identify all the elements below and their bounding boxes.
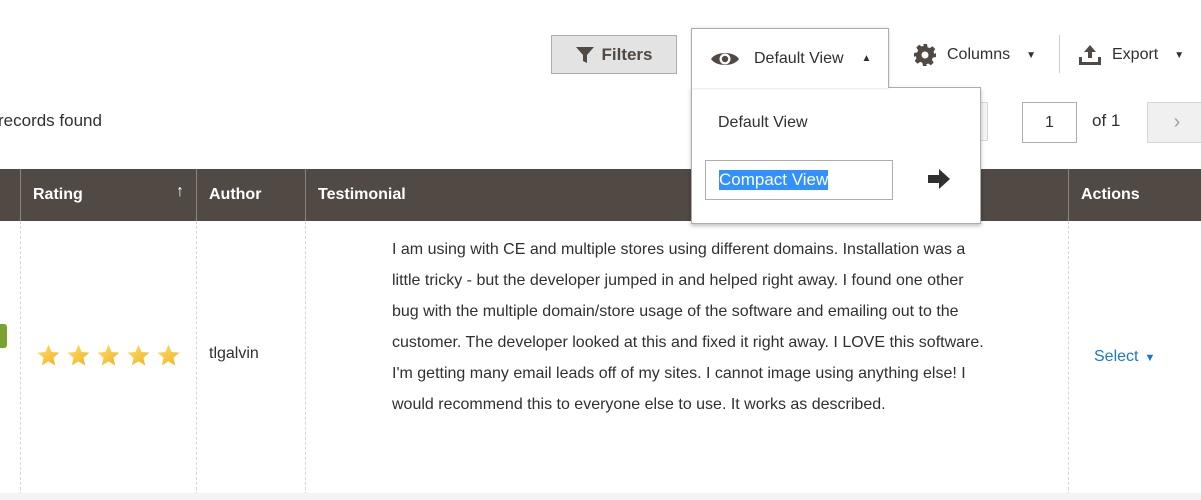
view-name-selected-text: Compact View [719,170,829,190]
arrow-right-icon[interactable] [926,166,952,192]
star-icon [97,344,120,366]
caret-down-icon: ▼ [1026,49,1037,61]
caret-up-icon: ▲ [861,53,872,64]
view-name-input[interactable]: Compact View [705,160,893,200]
records-found: records found [0,111,102,130]
column-header-actions-label: Actions [1081,186,1140,203]
cell-divider [196,221,197,500]
testimonial-cell: I am using with CE and multiple stores u… [392,241,984,413]
page-total: of 1 [1092,111,1121,130]
export-button[interactable]: Export ▼ [1078,40,1184,70]
filters-label: Filters [601,44,653,64]
next-page-button[interactable]: › [1147,102,1201,143]
rating-stars [36,343,181,368]
upload-icon [1079,45,1101,65]
star-icon [157,344,180,366]
eye-icon [711,52,739,65]
funnel-icon [576,46,595,63]
toolbar-divider [1059,35,1060,73]
caret-down-icon: ▼ [1174,49,1185,61]
row-actions-select[interactable]: Select ▼ [1094,348,1155,366]
caret-down-icon: ▼ [1144,352,1156,364]
grid-footer-band [0,493,1201,500]
column-header-rating-label: Rating [33,186,83,203]
chevron-right-icon: › [1173,111,1181,133]
view-option-default[interactable]: Default View [718,114,808,132]
gear-icon [914,44,936,66]
view-switcher[interactable]: Default View ▲ [691,28,889,88]
column-header-rating[interactable]: Rating ↑ [20,169,196,221]
star-icon [127,344,150,366]
select-label: Select [1094,348,1139,365]
columns-label: Columns [947,46,1011,63]
column-header-author[interactable]: Author [196,169,305,221]
grid-header: Rating ↑ Author Testimonial Actions [0,169,1201,221]
views-dropdown: Default View Compact View [691,87,981,224]
star-icon [37,344,60,366]
column-header-actions: Actions [1068,169,1201,221]
cell-divider [305,221,306,500]
cell-divider [1068,221,1069,500]
status-badge [0,324,7,348]
sort-ascending-icon: ↑ [176,183,184,200]
filters-button[interactable]: Filters [551,35,677,74]
cell-divider [20,221,21,500]
star-icon [67,344,90,366]
column-header-testimonial-label: Testimonial [318,186,406,203]
column-header-status[interactable] [0,169,20,221]
author-cell: tlgalvin [209,345,259,362]
column-header-author-label: Author [209,186,262,203]
grid-toolbar: Filters Default View ▲ Columns ▼ Export … [0,0,1201,90]
current-page-input[interactable]: 1 [1022,102,1077,143]
columns-button[interactable]: Columns ▼ [913,40,1036,70]
view-switcher-label: Default View [754,49,844,67]
export-label: Export [1112,46,1159,63]
